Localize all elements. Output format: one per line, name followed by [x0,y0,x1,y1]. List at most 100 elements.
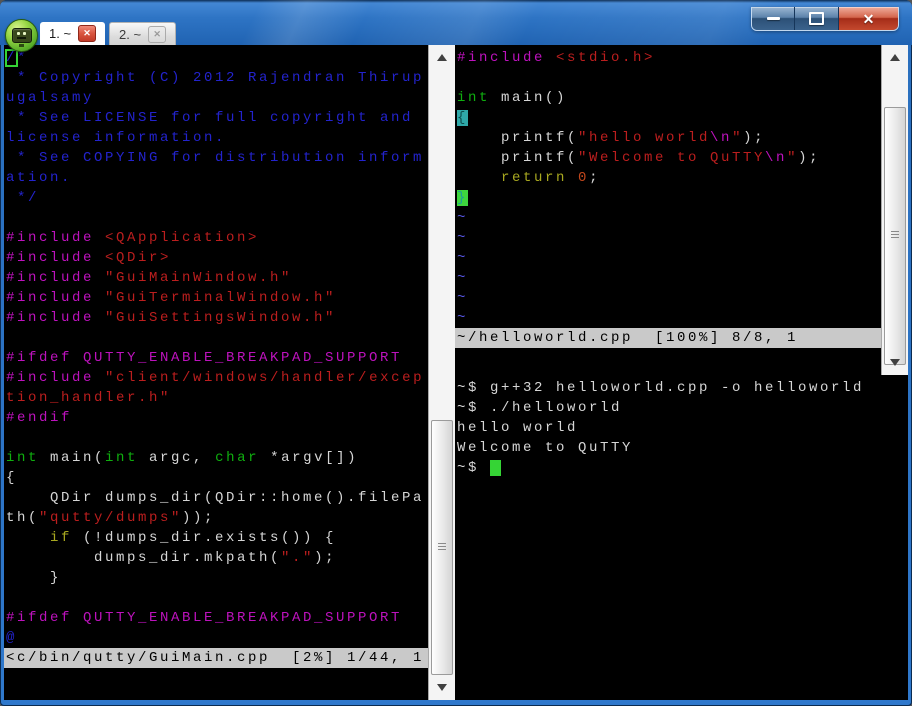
code-segment: #include [6,250,94,266]
terminal-pane-shell[interactable]: ~$ g++32 helloworld.cpp -o helloworld ~$ … [455,375,908,700]
code-segment: int [6,450,39,466]
code-segment: ~$ g++32 helloworld.cpp -o helloworld [457,380,864,396]
terminal-line: #include "GuiTerminalWindow.h" [4,288,428,308]
code-segment: "GuiSettingsWindow.h" [105,310,336,326]
code-segment: int [105,450,138,466]
code-segment: ); [798,150,820,166]
code-segment: <stdio.h> [556,50,655,66]
code-segment: ~ [457,210,468,226]
terminal-pane-vim-helloworld[interactable]: #include <stdio.h>int main(){ printf("he… [455,45,908,375]
terminal-line: */ [4,188,428,208]
terminal-line: * See LICENSE for full copyright and [4,108,428,128]
code-segment: if [50,530,72,546]
terminal-line: ~ [455,248,881,268]
code-segment [94,230,105,246]
app-menu-icon[interactable] [5,19,38,52]
code-segment: ation. [6,170,72,186]
terminal-line: #ifdef QUTTY_ENABLE_BREAKPAD_SUPPORT [4,608,428,628]
scroll-down-icon[interactable] [437,684,447,691]
terminal-line: * See COPYING for distribution inform [4,148,428,168]
code-segment: char [215,450,259,466]
terminal-line [4,208,428,228]
terminal-line: ~$ ./helloworld [455,398,908,418]
code-segment [94,290,105,306]
code-segment: th( [6,510,39,526]
vim-right-statusline: ~/helloworld.cpp [100%] 8/8, 1 [455,328,881,348]
code-segment: ~ [457,270,468,286]
code-segment: argc, [138,450,215,466]
maximize-button[interactable] [795,7,839,30]
terminal-line [4,328,428,348]
code-segment: { [457,110,468,126]
terminal-line: * Copyright (C) 2012 Rajendran Thirup [4,68,428,88]
code-segment: #include [6,310,94,326]
tab-1[interactable]: 1. ~ ✕ [40,22,105,45]
vim-left-text: /* * Copyright (C) 2012 Rajendran Thirup… [4,45,428,700]
terminal-line: th("qutty/dumps")); [4,508,428,528]
tab-2-close-icon[interactable]: ✕ [148,26,166,43]
code-segment [567,170,578,186]
code-segment: main() [490,90,567,106]
code-segment: int [457,90,490,106]
scroll-up-icon[interactable] [890,54,900,61]
code-segment: * See LICENSE for full copyright and [6,110,413,126]
code-segment: "GuiTerminalWindow.h" [105,290,336,306]
code-segment: #ifdef QUTTY_ENABLE_BREAKPAD_SUPPORT [6,610,402,626]
window-controls: ✕ [751,7,899,31]
terminal-line: ~ [455,228,881,248]
code-segment: ); [743,130,765,146]
code-segment: license information. [6,130,226,146]
titlebar[interactable]: 1. ~ ✕ 2. ~ ✕ ✕ [0,0,912,45]
terminal-pane-vim-guimain[interactable]: /* * Copyright (C) 2012 Rajendran Thirup… [4,45,455,700]
close-button[interactable]: ✕ [839,7,898,30]
terminal-line: { [455,108,881,128]
vim-right-buffer: #include <stdio.h>int main(){ printf("he… [455,48,881,328]
code-segment: ~$ ./helloworld [457,400,622,416]
scrollbar-right[interactable] [881,45,908,375]
code-segment: dumps_dir.mkpath( [6,550,281,566]
shell-buffer: ~$ g++32 helloworld.cpp -o helloworld ~$ … [455,378,908,478]
scrollbar-thumb-left[interactable] [431,420,453,675]
tab-bar: 1. ~ ✕ 2. ~ ✕ [40,22,176,45]
logo-stand [19,44,24,47]
minimize-button[interactable] [752,7,795,30]
code-segment: \n [765,150,787,166]
terminal-line: return 0; [455,168,881,188]
code-segment: #include [6,290,94,306]
code-segment: ugalsamy [6,90,94,106]
logo-eye [17,32,20,35]
close-icon: ✕ [863,12,875,26]
code-segment: hello world [457,420,578,436]
terminal-line: #include "client/windows/handler/excep [4,368,428,388]
scrollbar-left[interactable] [428,45,455,700]
terminal-line: ation. [4,168,428,188]
code-segment: ); [314,550,336,566]
cursor [490,460,501,476]
scroll-up-icon[interactable] [437,54,447,61]
code-segment: */ [6,190,39,206]
terminal-line: ~$ g++32 helloworld.cpp -o helloworld [455,378,908,398]
code-segment [94,370,105,386]
terminal-line: int main(int argc, char *argv[]) [4,448,428,468]
qutty-logo-icon [12,28,32,43]
vim-right-text: #include <stdio.h>int main(){ printf("he… [455,45,881,375]
tab-1-close-icon[interactable]: ✕ [78,25,96,42]
terminal-line: #include "GuiMainWindow.h" [4,268,428,288]
scroll-down-icon[interactable] [890,359,900,366]
code-segment: ~ [457,290,468,306]
terminal-line: #include <QDir> [4,248,428,268]
terminal-line: ~ [455,208,881,228]
code-segment: <QDir> [105,250,171,266]
code-segment: ~$ [457,460,490,476]
code-segment: #include [6,370,94,386]
tab-2[interactable]: 2. ~ ✕ [109,22,176,46]
vim-left-buffer: /* * Copyright (C) 2012 Rajendran Thirup… [4,48,428,648]
code-segment: return [501,170,567,186]
scrollbar-thumb-right[interactable] [884,107,906,365]
terminal-line: ugalsamy [4,88,428,108]
code-segment: printf( [457,130,578,146]
code-segment: { [6,470,17,486]
terminal-line [455,68,881,88]
minimize-icon [767,17,780,20]
code-segment [6,530,50,546]
